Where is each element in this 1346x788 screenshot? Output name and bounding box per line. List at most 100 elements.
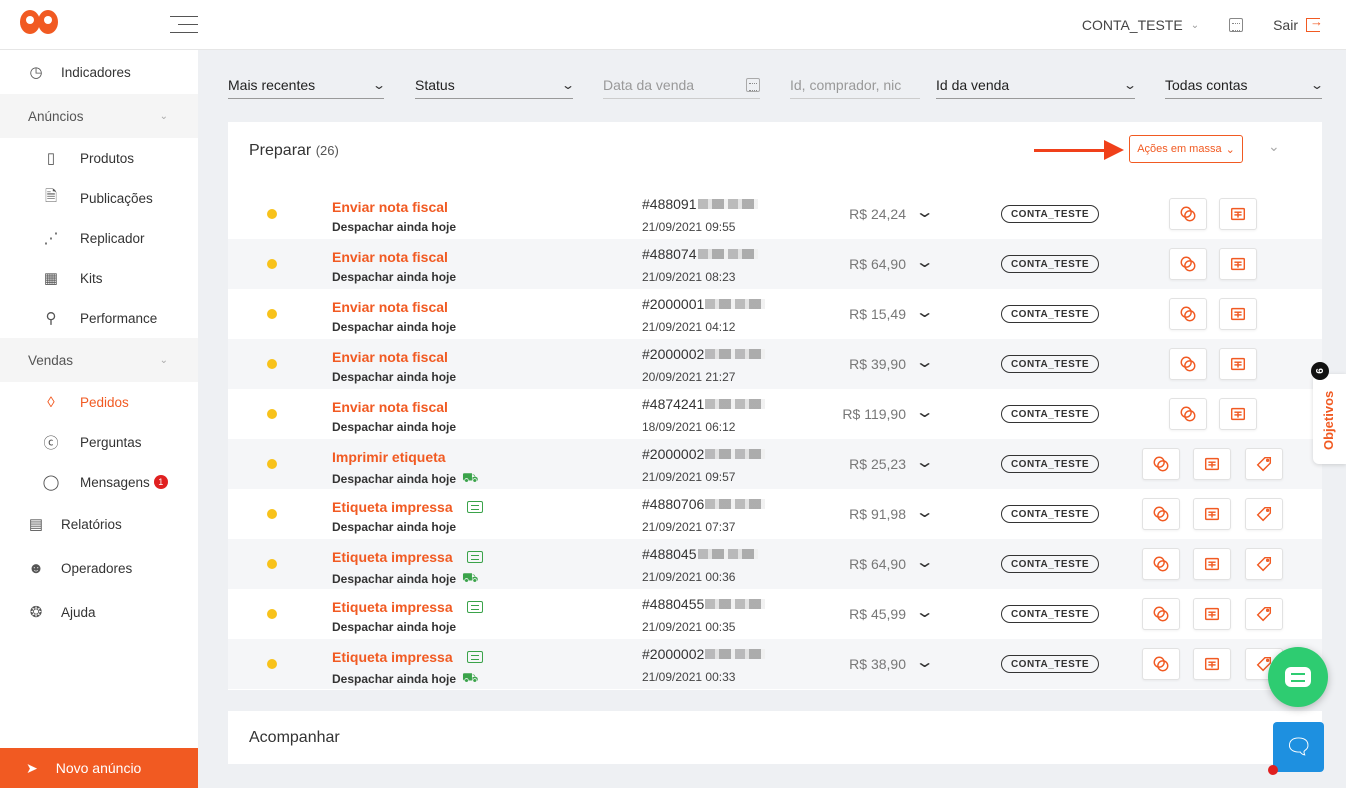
message-buyer-button[interactable] <box>1142 548 1180 580</box>
collapse-chevron-icon[interactable]: ⌄ <box>1268 138 1280 155</box>
chevron-down-icon[interactable]: ⌄ <box>915 302 935 322</box>
order-row[interactable]: Enviar nota fiscal Despachar ainda hoje … <box>228 389 1322 439</box>
sidebar-item-publicacoes[interactable]: 🗎 Publicações <box>0 178 198 218</box>
chat-widget-button[interactable] <box>1268 647 1328 707</box>
order-status: Enviar nota fiscal <box>332 199 448 215</box>
sidebar-item-perguntas[interactable]: ⓒ Perguntas <box>0 422 198 462</box>
order-row[interactable]: Enviar nota fiscal Despachar ainda hoje … <box>228 239 1322 289</box>
bulk-actions-button[interactable]: Ações em massa ⌄ <box>1129 135 1243 163</box>
chevron-down-icon[interactable]: ⌄ <box>915 602 935 622</box>
chevron-down-icon[interactable]: ⌄ <box>915 202 935 222</box>
support-chat-button[interactable]: 🗨 <box>1273 722 1324 772</box>
label-button[interactable] <box>1245 598 1283 630</box>
message-buyer-button[interactable] <box>1169 398 1207 430</box>
message-buyer-button[interactable] <box>1169 198 1207 230</box>
order-row[interactable]: Etiqueta impressa Despachar ainda hoje ⛟… <box>228 639 1322 689</box>
order-row[interactable]: Enviar nota fiscal Despachar ainda hoje … <box>228 339 1322 389</box>
sidebar-section-vendas[interactable]: Vendas ⌄ <box>0 338 198 382</box>
order-substatus: Despachar ainda hoje <box>332 270 456 284</box>
status-select[interactable]: Status ⌄ <box>415 74 575 99</box>
invoice-button[interactable] <box>1193 648 1231 680</box>
sidebar-item-indicadores[interactable]: ◷ Indicadores <box>0 50 198 94</box>
invoice-button[interactable] <box>1219 198 1257 230</box>
invoice-button[interactable] <box>1193 548 1231 580</box>
order-row[interactable]: Etiqueta impressa Despachar ainda hoje #… <box>228 589 1322 639</box>
order-id[interactable]: #4880455 <box>642 596 766 612</box>
sidebar-item-pedidos[interactable]: ◊ Pedidos <box>0 382 198 422</box>
order-id[interactable]: #488091 <box>642 196 758 212</box>
invoice-button[interactable] <box>1219 298 1257 330</box>
search-input[interactable]: Id, comprador, nic <box>790 74 920 99</box>
invoice-ok-icon <box>466 601 483 613</box>
order-date: 21/09/2021 04:12 <box>642 320 736 334</box>
sidebar-item-replicador[interactable]: ⋰ Replicador <box>0 218 198 258</box>
id-type-select[interactable]: Id da venda ⌄ <box>936 74 1137 99</box>
message-buyer-button[interactable] <box>1142 648 1180 680</box>
order-row[interactable]: Etiqueta impressa Despachar ainda hoje #… <box>228 489 1322 539</box>
invoice-button[interactable] <box>1219 248 1257 280</box>
order-price: R$ 45,99 <box>849 606 906 622</box>
sidebar-item-mensagens[interactable]: ◯ Mensagens 1 <box>0 462 198 502</box>
invoice-button[interactable] <box>1193 498 1231 530</box>
sidebar-item-performance[interactable]: ⚲ Performance <box>0 298 198 338</box>
order-id[interactable]: #488074 <box>642 246 758 262</box>
chevron-down-icon[interactable]: ⌄ <box>915 652 935 672</box>
invoice-button[interactable] <box>1219 348 1257 380</box>
order-row[interactable]: Imprimir etiqueta Despachar ainda hoje ⛟… <box>228 439 1322 489</box>
invoice-icon <box>1229 355 1247 373</box>
date-input[interactable]: Data da venda <box>603 74 760 99</box>
sidebar-item-relatorios[interactable]: ▤ Relatórios <box>0 502 198 546</box>
order-id[interactable]: #2000002 <box>642 346 766 362</box>
redacted-block <box>705 299 766 309</box>
order-id[interactable]: #488045 <box>642 546 758 562</box>
order-row[interactable]: Enviar nota fiscal Despachar ainda hoje … <box>228 289 1322 339</box>
status-dot <box>267 509 277 519</box>
invoice-icon <box>1203 455 1221 473</box>
accounts-select[interactable]: Todas contas ⌄ <box>1165 74 1324 99</box>
message-buyer-button[interactable] <box>1169 348 1207 380</box>
chevron-down-icon[interactable]: ⌄ <box>915 252 935 272</box>
logo[interactable] <box>20 10 60 40</box>
chevron-down-icon[interactable]: ⌄ <box>915 552 935 572</box>
order-id[interactable]: #4874241 <box>642 396 766 412</box>
order-row[interactable]: Enviar nota fiscal Despachar ainda hoje … <box>228 189 1322 239</box>
invoice-button[interactable] <box>1193 598 1231 630</box>
menu-toggle-icon[interactable] <box>170 14 198 36</box>
label-button[interactable] <box>1245 548 1283 580</box>
objectives-tab[interactable]: Objetivos <box>1313 374 1346 464</box>
order-id[interactable]: #2000001 <box>642 296 766 312</box>
sidebar-item-ajuda[interactable]: ❂ Ajuda <box>0 590 198 634</box>
message-buyer-button[interactable] <box>1142 498 1180 530</box>
message-buyer-button[interactable] <box>1169 298 1207 330</box>
accounts-value: Todas contas <box>1165 77 1248 93</box>
follow-up-card[interactable]: Acompanhar <box>228 711 1322 764</box>
invoice-button[interactable] <box>1219 398 1257 430</box>
sidebar-item-kits[interactable]: ▦ Kits <box>0 258 198 298</box>
id-type-value: Id da venda <box>936 77 1010 93</box>
sidebar-section-anuncios[interactable]: Anúncios ⌄ <box>0 94 198 138</box>
chevron-down-icon[interactable]: ⌄ <box>915 452 935 472</box>
order-substatus: Despachar ainda hoje <box>332 370 456 384</box>
label-button[interactable] <box>1245 448 1283 480</box>
chevron-down-icon[interactable]: ⌄ <box>915 402 935 422</box>
sidebar-item-operadores[interactable]: ☻ Operadores <box>0 546 198 590</box>
status-value: Status <box>415 77 455 93</box>
order-id[interactable]: #2000002 <box>642 646 766 662</box>
message-buyer-button[interactable] <box>1142 448 1180 480</box>
account-selector[interactable]: CONTA_TESTE ⌄ <box>1082 17 1199 33</box>
label-button[interactable] <box>1245 498 1283 530</box>
order-id[interactable]: #2000002 <box>642 446 766 462</box>
message-buyer-button[interactable] <box>1142 598 1180 630</box>
new-listing-button[interactable]: ➤ Novo anúncio <box>0 748 198 788</box>
chevron-down-icon[interactable]: ⌄ <box>915 502 935 522</box>
invoice-button[interactable] <box>1193 448 1231 480</box>
order-id[interactable]: #4880706 <box>642 496 766 512</box>
sort-select[interactable]: Mais recentes ⌄ <box>228 74 386 99</box>
calendar-icon[interactable] <box>1229 18 1244 32</box>
order-substatus: Despachar ainda hoje <box>332 220 456 234</box>
logout-button[interactable]: Sair <box>1273 14 1323 33</box>
sidebar-item-produtos[interactable]: ▯ Produtos <box>0 138 198 178</box>
chevron-down-icon[interactable]: ⌄ <box>915 352 935 372</box>
order-row[interactable]: Etiqueta impressa Despachar ainda hoje ⛟… <box>228 539 1322 589</box>
message-buyer-button[interactable] <box>1169 248 1207 280</box>
